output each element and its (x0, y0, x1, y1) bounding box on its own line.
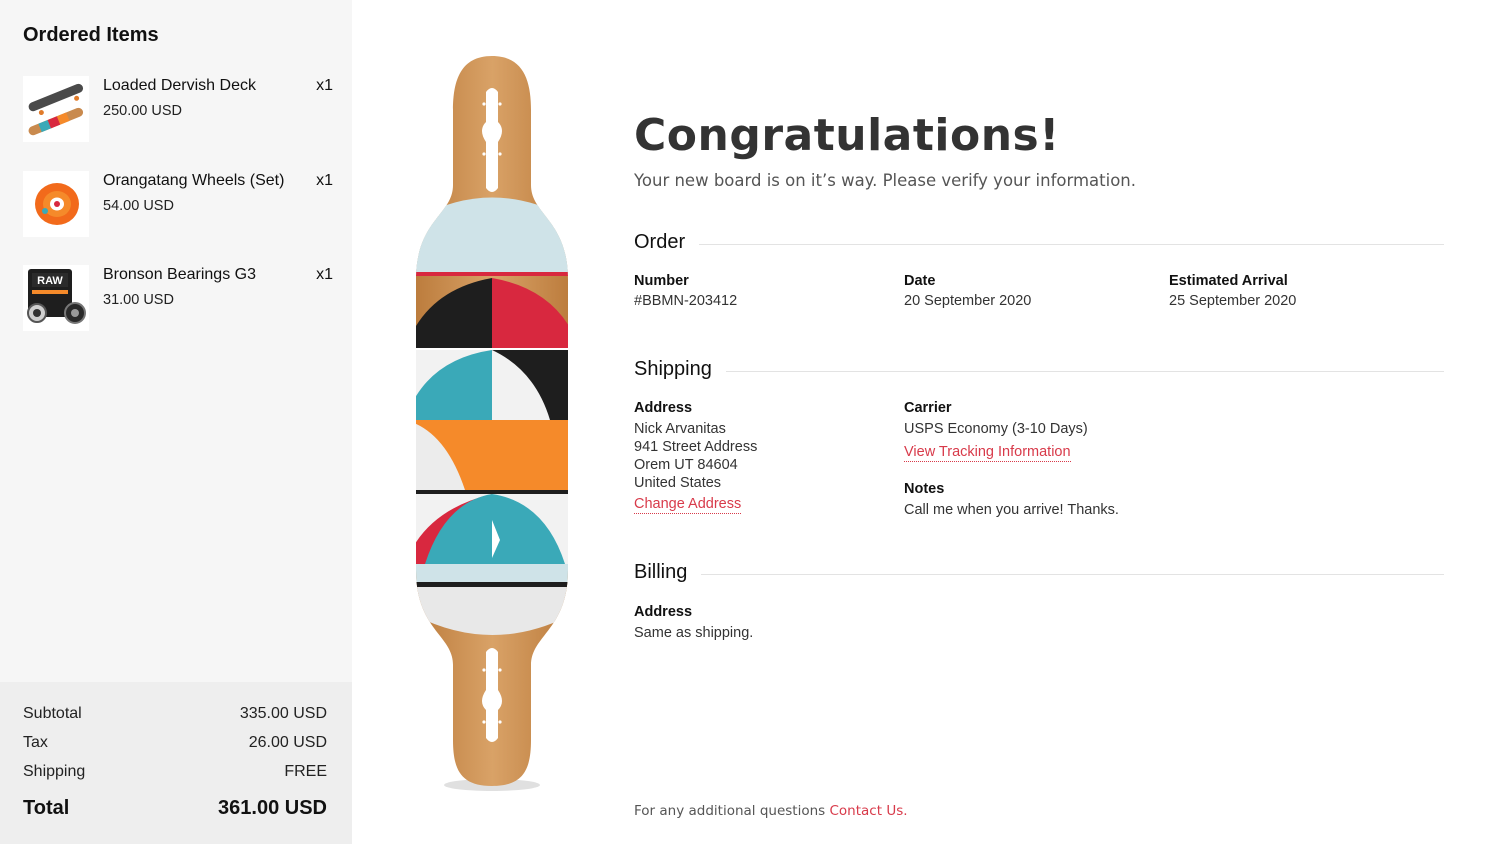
shipping-cost-label: Shipping (23, 763, 86, 780)
shipping-address-country: United States (634, 475, 722, 491)
shipping-section-header: Shipping (634, 358, 1444, 384)
change-address-link[interactable]: Change Address (634, 496, 742, 514)
bearings-thumbnail-icon: RAW (23, 265, 89, 331)
ordered-items-sidebar: Ordered Items Loaded Dervish Deck 250.00… (0, 0, 352, 844)
view-tracking-link[interactable]: View Tracking Information (904, 444, 1071, 462)
estimated-arrival-value: 25 September 2020 (1169, 293, 1297, 309)
contact-us-link[interactable]: Contact Us. (830, 803, 908, 819)
order-section-title: Order (634, 231, 700, 254)
shipping-address-city: Orem UT 84604 (634, 457, 738, 473)
item-quantity: x1 (316, 77, 333, 94)
carrier-value: USPS Economy (3-10 Days) (904, 421, 1088, 437)
shipping-address-label: Address (634, 400, 693, 416)
longboard-thumbnail-icon (23, 76, 89, 142)
bearings-brand-text: RAW (37, 275, 63, 287)
order-section-header: Order (634, 231, 1444, 257)
total-label: Total (23, 797, 70, 819)
order-number-value: #BBMN-203412 (634, 293, 738, 309)
sidebar-title: Ordered Items (23, 24, 159, 46)
item-name: Bronson Bearings G3 (103, 266, 256, 283)
page-title: Congratulations! (634, 110, 1060, 161)
shipping-address-street: 941 Street Address (634, 439, 758, 455)
ordered-item-bearings[interactable]: RAW Bronson Bearings G3 31.00 USD x1 (23, 265, 333, 331)
ordered-item-wheels[interactable]: Orangatang Wheels (Set) 54.00 USD x1 (23, 171, 333, 237)
notes-label: Notes (904, 481, 945, 497)
item-name: Orangatang Wheels (Set) (103, 172, 285, 189)
footer-text: For any additional questions (634, 803, 826, 819)
tax-value: 26.00 USD (248, 734, 327, 751)
order-confirmation-main: Congratulations! Your new board is on it… (634, 0, 1454, 844)
item-quantity: x1 (316, 266, 333, 283)
item-price: 250.00 USD (103, 103, 182, 119)
item-price: 54.00 USD (103, 198, 174, 214)
wheel-thumbnail-icon (23, 171, 89, 237)
help-footer: For any additional questions Contact Us. (634, 803, 908, 819)
item-name: Loaded Dervish Deck (103, 77, 256, 94)
page-subtitle: Your new board is on it’s way. Please ve… (634, 171, 1137, 190)
ordered-item-deck[interactable]: Loaded Dervish Deck 250.00 USD x1 (23, 76, 333, 142)
item-quantity: x1 (316, 172, 333, 189)
subtotal-value: 335.00 USD (239, 705, 327, 722)
tax-label: Tax (23, 734, 48, 751)
section-divider (634, 244, 1444, 245)
order-date-value: 20 September 2020 (904, 293, 1032, 309)
section-divider (634, 574, 1444, 575)
billing-address-value: Same as shipping. (634, 625, 754, 641)
order-totals: Subtotal 335.00 USD Tax 26.00 USD Shippi… (0, 682, 352, 844)
billing-section-header: Billing (634, 561, 1444, 587)
billing-address-label: Address (634, 604, 693, 620)
total-value: 361.00 USD (218, 797, 327, 819)
longboard-deck-image (405, 50, 580, 795)
item-price: 31.00 USD (103, 292, 174, 308)
estimated-arrival-label: Estimated Arrival (1169, 273, 1288, 289)
shipping-cost-value: FREE (284, 763, 327, 780)
carrier-label: Carrier (904, 400, 952, 416)
order-date-label: Date (904, 273, 936, 289)
billing-section-title: Billing (634, 561, 702, 584)
section-divider (634, 371, 1444, 372)
shipping-address-name: Nick Arvanitas (634, 421, 726, 437)
notes-value: Call me when you arrive! Thanks. (904, 502, 1119, 518)
order-number-label: Number (634, 273, 689, 289)
subtotal-label: Subtotal (23, 705, 82, 722)
shipping-section-title: Shipping (634, 358, 726, 381)
